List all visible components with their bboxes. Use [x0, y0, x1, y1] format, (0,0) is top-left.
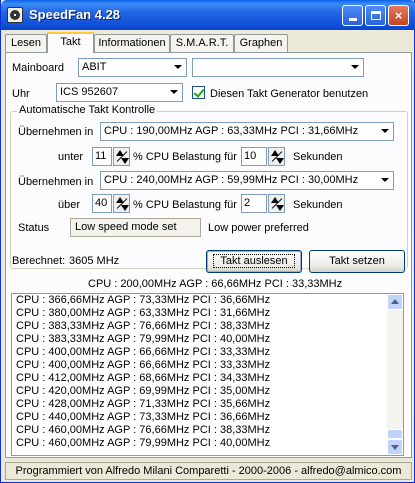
use-clock-generator-checkbox[interactable] [192, 86, 205, 99]
rule2-percent-field[interactable]: 40 [92, 194, 112, 213]
list-item[interactable]: CPU : 460,00MHz AGP : 79,99MHz PCI : 40,… [12, 437, 403, 450]
scroll-up-icon[interactable] [387, 294, 403, 310]
speedfan-window: SpeedFan 4.28 × Lesen Takt Informationen… [0, 0, 415, 483]
rule1-cpu-label: % CPU Belastung für [133, 151, 237, 163]
tab-informationen[interactable]: Informationen [94, 34, 170, 52]
auto-clock-group-title: Automatische Takt Kontrolle [17, 104, 158, 116]
mainboard-label: Mainboard [12, 62, 64, 74]
list-item[interactable]: CPU : 383,33MHz AGP : 79,99MHz PCI : 40,… [12, 333, 403, 346]
scroll-thumb[interactable] [387, 429, 403, 439]
close-button[interactable]: × [388, 5, 409, 26]
rule2-seconds-field[interactable]: 2 [241, 194, 267, 213]
chevron-down-icon[interactable] [166, 85, 181, 100]
fan-icon [7, 7, 23, 23]
tab-lesen[interactable]: Lesen [5, 34, 47, 52]
rule1-condition-label: unter [58, 151, 84, 163]
list-item[interactable]: CPU : 380,00MHz AGP : 63,33MHz PCI : 31,… [12, 307, 403, 320]
rule2-seconds-spin-icon[interactable] [268, 194, 285, 213]
list-item[interactable]: CPU : 400,00MHz AGP : 66,66MHz PCI : 33,… [12, 359, 403, 372]
rule2-percent-spin-icon[interactable] [113, 194, 130, 213]
rule1-percent-field[interactable]: 11 [92, 147, 112, 166]
mainboard-vendor-value: ABIT [82, 61, 107, 73]
use-clock-generator-label: Diesen Takt Generator benutzen [210, 88, 369, 100]
rule2-clock-value: CPU : 240,00MHz AGP : 59,99MHz PCI : 30,… [104, 174, 359, 186]
mainboard-vendor-select[interactable]: ABIT [78, 58, 187, 77]
tab-takt[interactable]: Takt [47, 32, 94, 53]
rule1-seconds-spin-icon[interactable] [268, 147, 285, 166]
status-value: Low speed mode set [70, 218, 201, 237]
computed-value: 3605 MHz [69, 255, 120, 267]
list-item[interactable]: CPU : 428,00MHz AGP : 71,33MHz PCI : 35,… [12, 398, 403, 411]
maximize-icon [370, 11, 381, 20]
chevron-down-icon[interactable] [347, 60, 362, 75]
current-clock-text: CPU : 200,00MHz AGP : 66,66MHz PCI : 33,… [88, 278, 343, 290]
list-item[interactable]: CPU : 420,00MHz AGP : 69,99MHz PCI : 35,… [12, 385, 403, 398]
list-item[interactable]: CPU : 440,00MHz AGP : 73,33MHz PCI : 36,… [12, 411, 403, 424]
title-bar[interactable]: SpeedFan 4.28 × [1, 0, 415, 30]
chevron-down-icon[interactable] [377, 124, 392, 139]
window-title: SpeedFan 4.28 [29, 7, 121, 22]
list-item[interactable]: CPU : 366,66MHz AGP : 73,33MHz PCI : 36,… [12, 294, 403, 307]
clock-generator-select[interactable]: ICS 952607 [56, 83, 183, 102]
set-clock-button[interactable]: Takt setzen [309, 250, 405, 273]
list-item[interactable]: CPU : 412,00MHz AGP : 68,66MHz PCI : 34,… [12, 372, 403, 385]
clock-list[interactable]: CPU : 366,66MHz AGP : 73,33MHz PCI : 36,… [11, 293, 404, 456]
mainboard-model-select[interactable] [192, 58, 364, 77]
chevron-down-icon[interactable] [377, 173, 392, 188]
rule2-cpu-label: % CPU Belastung für [133, 199, 237, 211]
rule1-percent-spin-icon[interactable] [113, 147, 130, 166]
rule1-seconds-label: Sekunden [293, 151, 343, 163]
clock-generator-value: ICS 952607 [60, 86, 119, 98]
tab-graphen[interactable]: Graphen [234, 34, 288, 52]
rule2-condition-label: über [58, 199, 81, 211]
rule2-label: Übernehmen in [18, 176, 94, 188]
rule2-clock-select[interactable]: CPU : 240,00MHz AGP : 59,99MHz PCI : 30,… [100, 171, 394, 190]
chevron-down-icon[interactable] [170, 60, 185, 75]
read-clock-button[interactable]: Takt auslesen [206, 250, 302, 273]
clock-list-items: CPU : 366,66MHz AGP : 73,33MHz PCI : 36,… [12, 294, 403, 450]
clock-list-scrollbar[interactable] [387, 294, 403, 455]
maximize-button[interactable] [365, 5, 386, 26]
tab-smart[interactable]: S.M.A.R.T. [170, 34, 234, 52]
rule1-clock-value: CPU : 190,00MHz AGP : 63,33MHz PCI : 31,… [104, 125, 359, 137]
computed-label: Berechnet: [12, 255, 66, 267]
uhr-label: Uhr [12, 88, 30, 100]
rule1-clock-select[interactable]: CPU : 190,00MHz AGP : 63,33MHz PCI : 31,… [100, 122, 394, 141]
read-clock-button-label: Takt auslesen [213, 254, 295, 268]
rule1-seconds-field[interactable]: 10 [241, 147, 267, 166]
scroll-down-icon[interactable] [387, 439, 403, 455]
list-item[interactable]: CPU : 383,33MHz AGP : 76,66MHz PCI : 38,… [12, 320, 403, 333]
power-preference-text: Low power preferred [208, 222, 309, 234]
minimize-icon [348, 18, 357, 21]
minimize-button[interactable] [342, 5, 363, 26]
list-item[interactable]: CPU : 460,00MHz AGP : 76,66MHz PCI : 38,… [12, 424, 403, 437]
rule2-seconds-label: Sekunden [293, 199, 343, 211]
rule1-label: Übernehmen in [18, 126, 94, 138]
status-label: Status [18, 222, 50, 234]
footer-credits: Programmiert von Alfredo Milani Comparet… [5, 462, 412, 480]
list-item[interactable]: CPU : 400,00MHz AGP : 66,66MHz PCI : 33,… [12, 346, 403, 359]
